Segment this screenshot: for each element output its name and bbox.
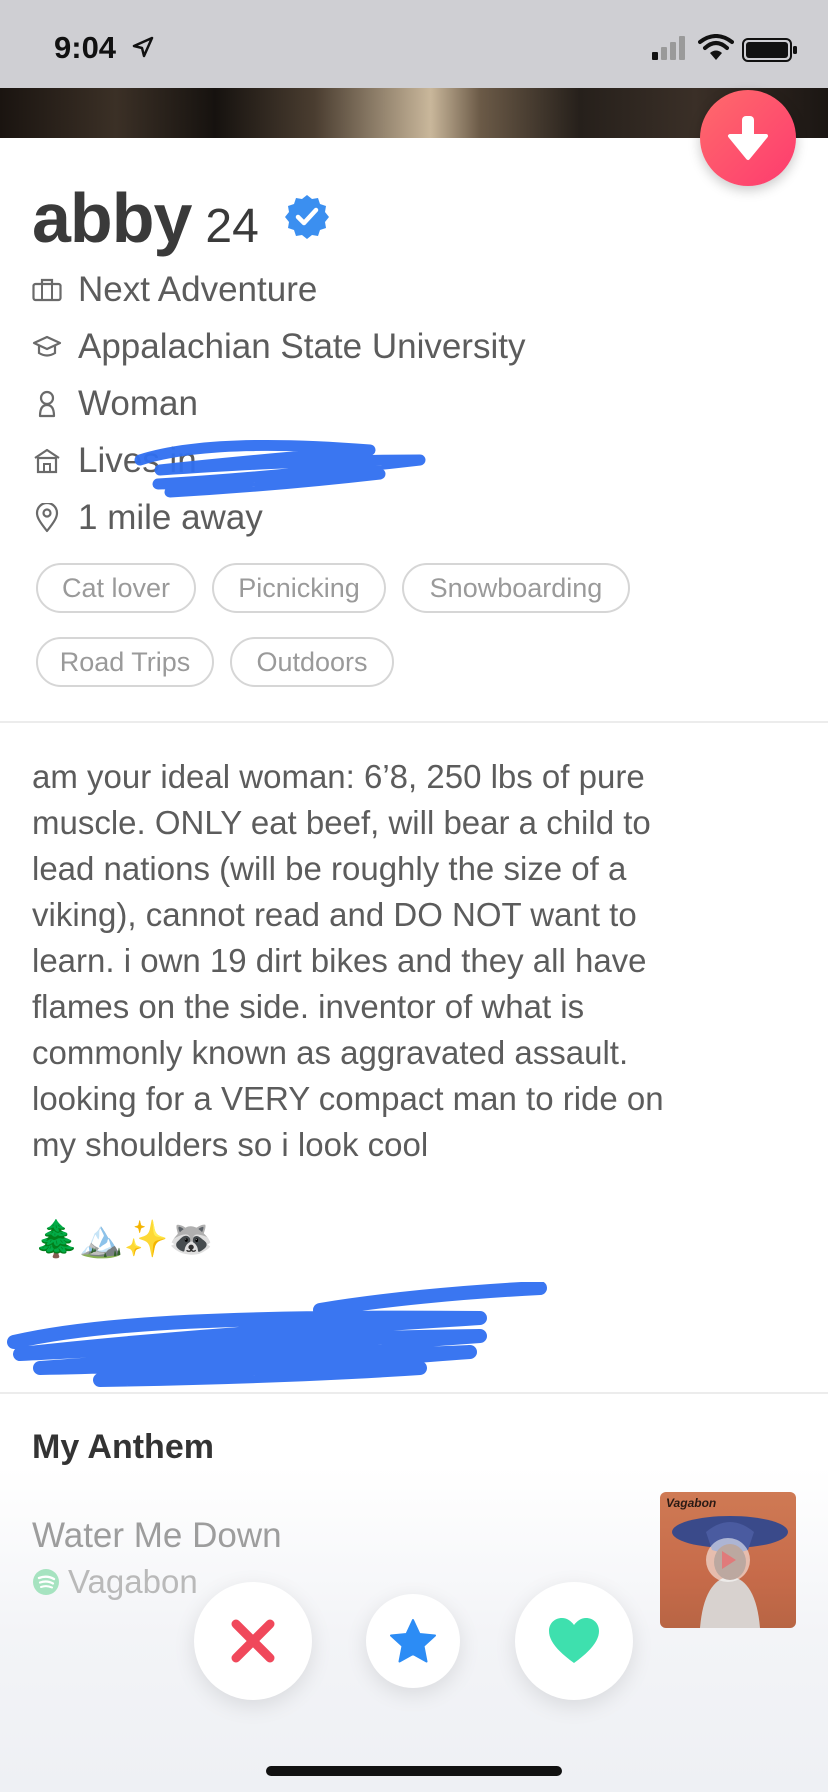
battery-icon bbox=[742, 38, 797, 62]
distance-row: 1 mile away bbox=[32, 496, 263, 540]
bio-line: commonly known as aggravated assault. bbox=[32, 1034, 629, 1071]
song-title: Water Me Down bbox=[32, 1516, 282, 1555]
collapse-profile-button[interactable] bbox=[700, 90, 796, 186]
interest-chip: Cat lover bbox=[36, 563, 196, 613]
graduation-cap-icon bbox=[32, 332, 62, 362]
anthem-section-title: My Anthem bbox=[32, 1428, 214, 1466]
home-indicator[interactable] bbox=[266, 1766, 562, 1776]
play-button[interactable] bbox=[706, 1538, 750, 1582]
section-divider bbox=[0, 1392, 828, 1394]
handle-redaction-scribble bbox=[7, 1282, 547, 1387]
interest-chip: Outdoors bbox=[230, 637, 394, 687]
location-redaction-scribble bbox=[134, 439, 426, 498]
verified-check-icon bbox=[285, 195, 329, 239]
super-like-button[interactable] bbox=[366, 1594, 460, 1688]
wifi-icon bbox=[698, 34, 734, 60]
status-bar: 9:04 bbox=[0, 0, 828, 88]
gender-text: Woman bbox=[78, 384, 198, 423]
school-text: Appalachian State University bbox=[78, 327, 526, 366]
location-pin-icon bbox=[32, 503, 62, 533]
heart-icon bbox=[549, 1618, 599, 1663]
bio-line: my shoulders so i look cool bbox=[32, 1126, 429, 1163]
house-icon bbox=[32, 446, 62, 476]
bio-line: lead nations (will be roughly the size o… bbox=[32, 850, 627, 887]
status-time: 9:04 bbox=[54, 30, 117, 65]
interest-chip: Snowboarding bbox=[402, 563, 630, 613]
nope-button[interactable] bbox=[194, 1582, 312, 1700]
gender-row: Woman bbox=[32, 382, 198, 426]
bio-line: viking), cannot read and DO NOT want to bbox=[32, 896, 637, 933]
cellular-signal-icon bbox=[652, 36, 685, 60]
interest-chip: Road Trips bbox=[36, 637, 214, 687]
x-icon bbox=[231, 1619, 275, 1663]
job-row: Next Adventure bbox=[32, 268, 317, 312]
school-row: Appalachian State University bbox=[32, 325, 525, 369]
briefcase-icon bbox=[32, 275, 62, 305]
spotify-icon bbox=[33, 1569, 59, 1595]
bio-text: am your ideal woman: 6’8, 250 lbs of pur… bbox=[32, 754, 792, 1168]
bio-line: looking for a VERY compact man to ride o… bbox=[32, 1080, 664, 1117]
arrow-down-icon bbox=[728, 116, 768, 160]
bio-emojis: 🌲🏔️✨🦝 bbox=[34, 1218, 214, 1259]
bio-line: am your ideal woman: 6’8, 250 lbs of pur… bbox=[32, 758, 645, 795]
like-button[interactable] bbox=[515, 1582, 633, 1700]
bio-line: flames on the side. inventor of what is bbox=[32, 988, 585, 1025]
profile-name: abby bbox=[32, 179, 192, 257]
profile-age: 24 bbox=[205, 200, 259, 253]
job-text: Next Adventure bbox=[78, 270, 318, 309]
play-icon bbox=[722, 1551, 736, 1569]
bio-line: muscle. ONLY eat beef, will bear a child… bbox=[32, 804, 651, 841]
star-icon bbox=[390, 1619, 436, 1663]
name-age-row: abby 24 bbox=[32, 178, 259, 258]
album-art[interactable]: Vagabon bbox=[660, 1492, 796, 1628]
artist-row: Vagabon bbox=[32, 1562, 198, 1602]
interest-chip: Picnicking bbox=[212, 563, 386, 613]
section-divider bbox=[0, 721, 828, 723]
person-icon bbox=[32, 389, 62, 419]
bio-line: learn. i own 19 dirt bikes and they all … bbox=[32, 942, 647, 979]
location-arrow-icon bbox=[132, 36, 154, 58]
distance-text: 1 mile away bbox=[78, 498, 263, 537]
artist-name: Vagabon bbox=[68, 1563, 198, 1600]
